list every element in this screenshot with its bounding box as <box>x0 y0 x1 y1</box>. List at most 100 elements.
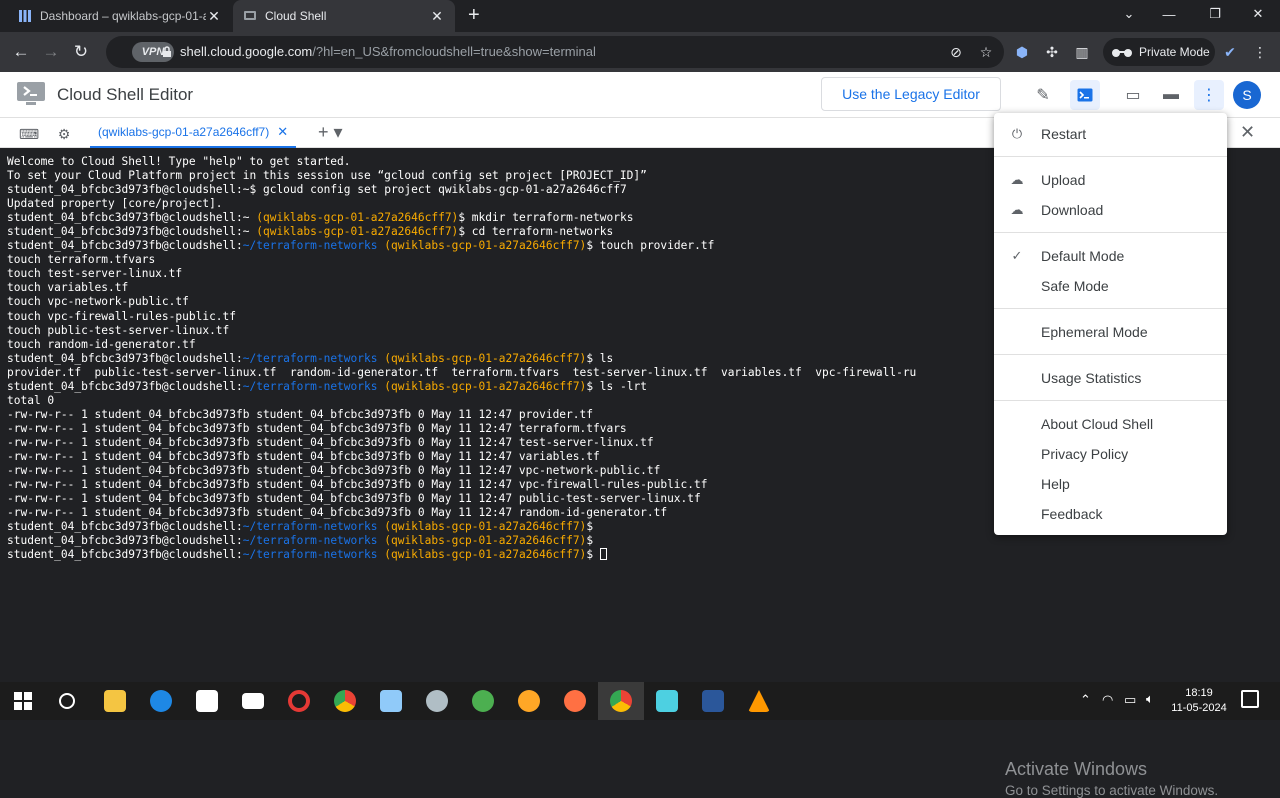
tray-chevron-icon[interactable]: ⌃ <box>1080 692 1091 708</box>
terminal-tab-label: (qwiklabs-gcp-01-a27a2646cff7) <box>98 125 270 139</box>
notifications-icon[interactable] <box>1241 690 1259 708</box>
minimize-panel-icon[interactable]: ▬ <box>1156 80 1186 110</box>
browser-toolbar: ← → ↻ VPN shell.cloud.google.com/?hl=en_… <box>0 32 1280 72</box>
legacy-editor-button[interactable]: Use the Legacy Editor <box>821 77 1001 111</box>
terminal-line: touch terraform.tfvars <box>7 253 156 267</box>
reload-icon[interactable]: ↻ <box>67 38 95 66</box>
search-circle-icon[interactable] <box>44 682 90 720</box>
web-preview-icon[interactable]: ▭ <box>1118 80 1148 110</box>
menu-item-feedback[interactable]: Feedback <box>994 499 1227 529</box>
add-terminal-tab-button[interactable]: + ▾ <box>318 122 343 143</box>
site-info-icon[interactable] <box>162 46 172 58</box>
keyboard-icon[interactable]: ⌨ <box>18 123 40 145</box>
edge-browser-icon[interactable] <box>138 682 184 720</box>
settings-gear-icon[interactable]: ⚙ <box>53 123 75 145</box>
menu-item-restart[interactable]: ⏻ Restart <box>994 119 1227 149</box>
url-host: shell.cloud.google.com <box>180 44 313 59</box>
terminal-line: student_04_bfcbc3d973fb@cloudshell:~/ter… <box>7 534 594 548</box>
vlc-icon[interactable] <box>736 682 782 720</box>
battery-icon[interactable]: ▭ <box>1124 692 1136 708</box>
wifi-icon[interactable]: ◠ <box>1102 692 1113 708</box>
notes-app-icon[interactable] <box>644 682 690 720</box>
close-terminal-icon[interactable]: ✕ <box>1240 122 1255 143</box>
terminal-session-tab[interactable]: (qwiklabs-gcp-01-a27a2646cff7) ✕ <box>90 118 297 148</box>
tab-close-icon[interactable]: ✕ <box>429 8 445 25</box>
terminal-tab-close-icon[interactable]: ✕ <box>277 124 288 140</box>
back-arrow-icon[interactable]: ← <box>7 38 35 66</box>
windows-start-icon[interactable] <box>0 682 46 720</box>
minimize-icon[interactable]: — <box>1147 0 1191 28</box>
eye-off-icon[interactable]: ⊘ <box>942 38 970 66</box>
terminal-line: -rw-rw-r-- 1 student_04_bfcbc3d973fb stu… <box>7 506 668 520</box>
terminal-icon[interactable] <box>1070 80 1100 110</box>
menu-item-default-mode[interactable]: ✓ Default Mode <box>994 241 1227 271</box>
volume-icon[interactable]: 🔈︎ <box>1146 691 1154 707</box>
store-icon[interactable] <box>184 682 230 720</box>
menu-item-about[interactable]: About Cloud Shell <box>994 409 1227 439</box>
private-mode-chip[interactable]: Private Mode <box>1103 38 1215 66</box>
tab-search-chevron-icon[interactable]: ⌄ <box>1107 0 1151 28</box>
menu-divider <box>994 232 1227 233</box>
watermark-title: Activate Windows <box>1005 759 1148 779</box>
menu-divider <box>994 400 1227 401</box>
menu-item-upload[interactable]: ☁ Upload <box>994 165 1227 195</box>
torrent-icon[interactable] <box>460 682 506 720</box>
tab-close-icon[interactable]: ✕ <box>206 8 222 25</box>
file-explorer-icon[interactable] <box>92 682 138 720</box>
terminal-prompt-line[interactable]: student_04_bfcbc3d973fb@cloudshell:~/ter… <box>7 548 1078 562</box>
menu-item-privacy-policy[interactable]: Privacy Policy <box>994 439 1227 469</box>
tab-title: Dashboard – qwiklabs-gcp-01-a <box>40 9 206 23</box>
side-panel-icon[interactable]: ▥ <box>1068 38 1096 66</box>
terminal-line: provider.tf public-test-server-linux.tf … <box>7 365 1078 379</box>
taskbar-clock[interactable]: 18:19 11-05-2024 <box>1170 686 1228 716</box>
menu-item-safe-mode[interactable]: Safe Mode <box>994 271 1227 301</box>
open-editor-pencil-icon[interactable]: ✎ <box>1028 80 1058 110</box>
terminal-line: Welcome to Cloud Shell! Type "help" to g… <box>7 155 351 168</box>
new-tab-button[interactable]: + <box>468 4 480 27</box>
terminal-output: Welcome to Cloud Shell! Type "help" to g… <box>7 155 1078 562</box>
terminal-line: Updated property [core/project]. <box>7 197 223 211</box>
avatar[interactable]: S <box>1233 81 1261 109</box>
window-close-icon[interactable]: ✕ <box>1236 0 1280 28</box>
extensions-puzzle-icon[interactable]: ✣ <box>1038 38 1066 66</box>
opera-icon[interactable] <box>276 682 322 720</box>
menu-item-help[interactable]: Help <box>994 469 1227 499</box>
terminal-line: To set your Cloud Platform project in th… <box>7 169 647 183</box>
maximize-icon[interactable]: ❐ <box>1193 0 1237 28</box>
terminal-line: student_04_bfcbc3d973fb@cloudshell:~$ gc… <box>7 183 627 197</box>
forward-arrow-icon[interactable]: → <box>37 38 65 66</box>
tab-cloud-shell[interactable]: Cloud Shell ✕ <box>233 0 455 32</box>
terminal-line: total 0 <box>7 393 55 407</box>
browser-menu-icon[interactable]: ⋮ <box>1246 38 1274 66</box>
terminal-line: touch variables.tf <box>7 281 129 295</box>
extension-shield-icon[interactable]: ⬢ <box>1008 38 1036 66</box>
menu-item-download[interactable]: ☁ Download <box>994 195 1227 225</box>
terminal-line: student_04_bfcbc3d973fb@cloudshell:~/ter… <box>7 520 594 534</box>
clock-time: 18:19 <box>1185 687 1213 699</box>
mail-icon[interactable] <box>230 682 276 720</box>
address-bar[interactable]: VPN shell.cloud.google.com/?hl=en_US&fro… <box>106 36 1004 68</box>
menu-divider <box>994 308 1227 309</box>
terminal-line: -rw-rw-r-- 1 student_04_bfcbc3d973fb stu… <box>7 435 654 449</box>
terminal-line: student_04_bfcbc3d973fb@cloudshell:~/ter… <box>7 239 715 253</box>
sun-app-icon[interactable] <box>506 682 552 720</box>
more-options-icon[interactable]: ⋮ <box>1194 80 1224 110</box>
network-app-icon[interactable] <box>368 682 414 720</box>
checkmark-icon: ✓ <box>1011 248 1023 263</box>
menu-item-ephemeral-mode[interactable]: Ephemeral Mode <box>994 317 1227 347</box>
bookmark-star-icon[interactable]: ☆ <box>972 38 1000 66</box>
firefox-icon[interactable] <box>552 682 598 720</box>
terminal-line: touch vpc-firewall-rules-public.tf <box>7 309 237 323</box>
terminal-cursor <box>599 548 607 561</box>
tab-dashboard[interactable]: Dashboard – qwiklabs-gcp-01-a ✕ <box>8 0 232 32</box>
chrome-icon[interactable] <box>322 682 368 720</box>
terminal-line: -rw-rw-r-- 1 student_04_bfcbc3d973fb stu… <box>7 407 593 421</box>
terminal-line: touch random-id-generator.tf <box>7 337 196 351</box>
chrome-active-icon[interactable] <box>598 682 644 720</box>
terminal-line: student_04_bfcbc3d973fb@cloudshell:~/ter… <box>7 379 647 393</box>
word-icon[interactable] <box>690 682 736 720</box>
paint-app-icon[interactable] <box>414 682 460 720</box>
cloud-download-icon: ☁ <box>1010 202 1024 217</box>
profile-check-icon[interactable]: ✔ <box>1216 38 1244 66</box>
menu-item-usage-statistics[interactable]: Usage Statistics <box>994 363 1227 393</box>
